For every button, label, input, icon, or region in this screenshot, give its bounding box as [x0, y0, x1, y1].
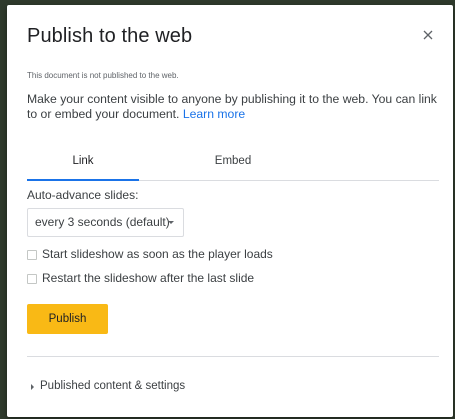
expander-label: Published content & settings [40, 380, 186, 392]
publish-dialog: Publish to the web This document is not … [7, 5, 453, 417]
start-on-load-checkbox[interactable] [27, 250, 37, 260]
tab-link[interactable]: Link [27, 150, 139, 180]
restart-label: Restart the slideshow after the last sli… [42, 271, 255, 285]
restart-checkbox[interactable] [27, 274, 37, 284]
active-tab-indicator [27, 179, 139, 181]
triangle-right-icon [31, 384, 34, 390]
close-icon[interactable] [421, 28, 435, 42]
start-on-load-option[interactable]: Start slideshow as soon as the player lo… [27, 247, 297, 261]
dropdown-caret-icon [168, 221, 174, 224]
tab-embed[interactable]: Embed [177, 150, 289, 180]
restart-option[interactable]: Restart the slideshow after the last sli… [27, 271, 287, 285]
auto-advance-value: every 3 seconds (default) [35, 215, 170, 229]
publish-button[interactable]: Publish [27, 304, 108, 334]
divider [27, 356, 439, 357]
auto-advance-select[interactable]: every 3 seconds (default) [27, 208, 184, 237]
start-on-load-label: Start slideshow as soon as the player lo… [42, 247, 273, 261]
tab-bar: Link Embed [27, 150, 439, 181]
description-text: Make your content visible to anyone by p… [27, 92, 437, 122]
learn-more-link[interactable]: Learn more [183, 107, 245, 121]
publish-status-text: This document is not published to the we… [27, 71, 179, 80]
dialog-title: Publish to the web [27, 25, 193, 47]
auto-advance-label: Auto-advance slides: [27, 188, 139, 202]
